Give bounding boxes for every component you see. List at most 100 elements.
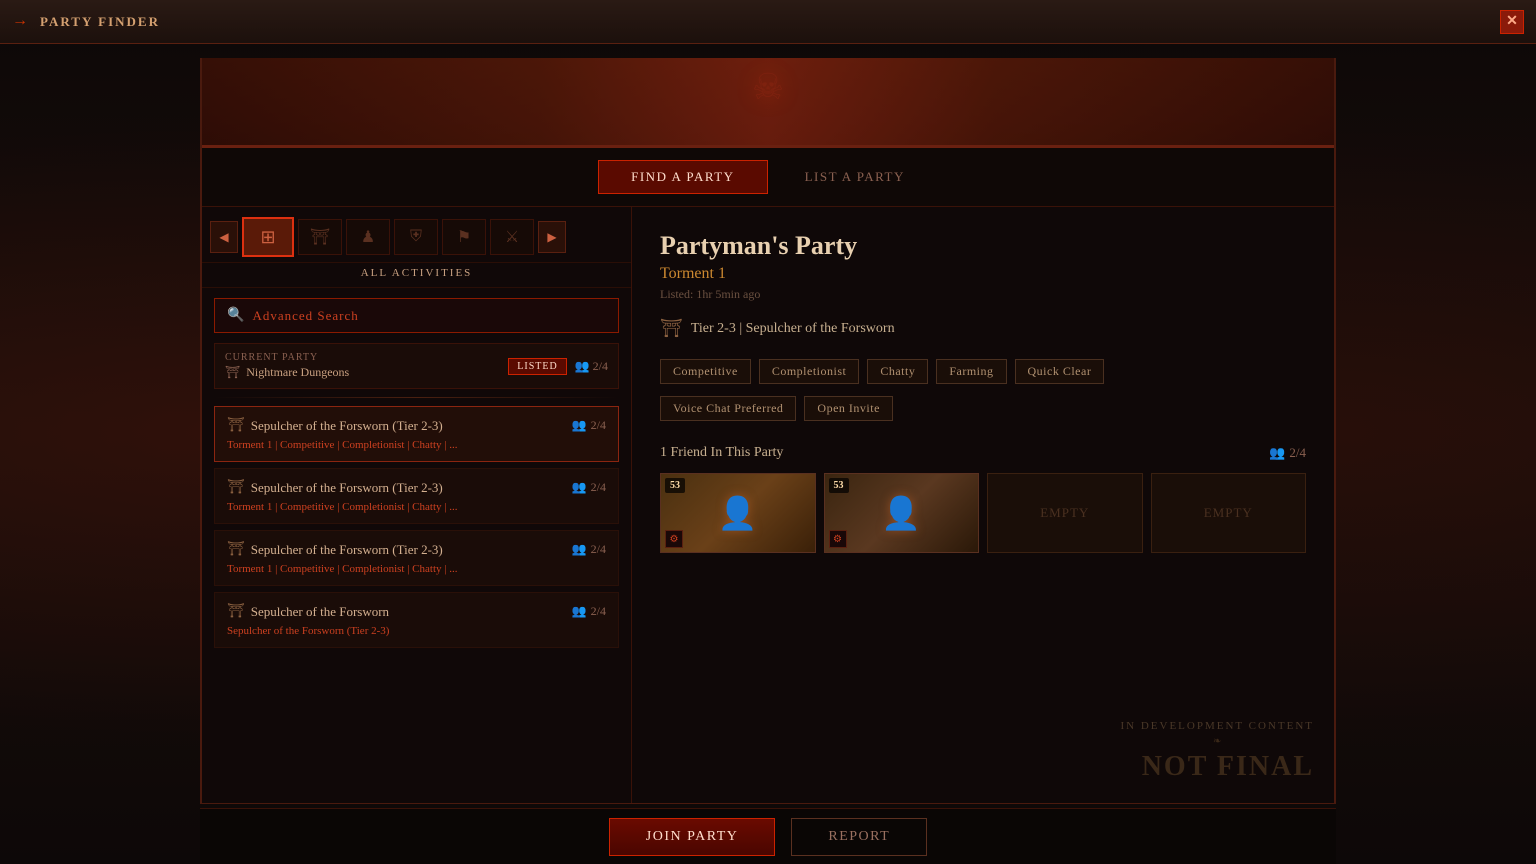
party-list-item[interactable]: ⛩ Sepulcher of the Forsworn (Tier 2-3) 👥… xyxy=(214,468,619,524)
member-avatar-2: 👤 53 ⚙ xyxy=(825,474,979,552)
party-list[interactable]: ⛩ Sepulcher of the Forsworn (Tier 2-3) 👥… xyxy=(214,406,619,803)
avatar-level-2: 53 xyxy=(829,478,849,493)
footer-bar: Join Party Report xyxy=(200,808,1336,864)
party-item-tags: Torment 1 | Competitive | Completionist … xyxy=(227,501,606,513)
title-bar: → PARTY FINDER ✕ xyxy=(0,0,1536,44)
close-button[interactable]: ✕ xyxy=(1500,10,1524,34)
tags-container-2: Voice Chat Preferred Open Invite xyxy=(660,396,1306,421)
nav-next-button[interactable]: ▶ xyxy=(538,221,566,253)
member-slot-3: EMPTY xyxy=(987,473,1143,553)
activity-nav: ◀ ⊞ ⛩ ♟ ⛨ ⚑ ⚔ ▶ xyxy=(202,207,631,263)
main-window: FIND A PARTY LIST A PARTY ◀ ⊞ ⛩ ♟ ⛨ ⚑ ⚔ … xyxy=(200,58,1336,804)
member-slot-4: EMPTY xyxy=(1151,473,1307,553)
activity-icon-grid[interactable]: ⊞ xyxy=(242,217,294,257)
activity-icon-tower[interactable]: ⚑ xyxy=(442,219,486,255)
current-party-label: Current Party xyxy=(225,352,500,363)
separator xyxy=(214,397,619,398)
title-bar-text: PARTY FINDER xyxy=(40,14,1500,30)
item-icon: ⛩ xyxy=(227,479,245,496)
party-count-value: 2/4 xyxy=(1289,445,1306,461)
party-item-header: ⛩ Sepulcher of the Forsworn 👥 2/4 xyxy=(227,603,606,620)
current-party-info: Current Party ⛩ Nightmare Dungeons xyxy=(225,352,500,380)
group-icon: 👥 xyxy=(575,359,590,373)
avatar-face-1: 👤 xyxy=(718,494,758,532)
party-item-name: ⛩ Sepulcher of the Forsworn (Tier 2-3) xyxy=(227,541,443,558)
party-item-count: 👥 2/4 xyxy=(572,418,606,433)
member-empty-1: EMPTY xyxy=(1040,505,1089,521)
party-list-item[interactable]: ⛩ Sepulcher of the Forsworn (Tier 2-3) 👥… xyxy=(214,530,619,586)
search-icon: 🔍 xyxy=(227,307,244,324)
friends-header: 1 Friend In This Party 👥 2/4 xyxy=(660,445,1306,461)
item-icon: ⛩ xyxy=(227,417,245,434)
tag-competitive: Competitive xyxy=(660,359,751,384)
party-item-tags: Torment 1 | Competitive | Completionist … xyxy=(227,563,606,575)
party-dungeon-icon: ⛩ xyxy=(225,365,240,380)
current-party-name: ⛩ Nightmare Dungeons xyxy=(225,365,500,380)
party-list-item[interactable]: ⛩ Sepulcher of the Forsworn (Tier 2-3) 👥… xyxy=(214,406,619,462)
avatar-class-icon-2: ⚙ xyxy=(829,530,847,548)
tag-completionist: Completionist xyxy=(759,359,860,384)
party-item-tags: Sepulcher of the Forsworn (Tier 2-3) xyxy=(227,625,606,637)
group-icon-friends: 👥 xyxy=(1269,445,1285,461)
report-button[interactable]: Report xyxy=(791,818,927,856)
group-icon-small: 👥 xyxy=(572,418,587,433)
tab-list-party[interactable]: LIST A PARTY xyxy=(772,160,938,194)
item-icon: ⛩ xyxy=(227,541,245,558)
party-item-count: 👥 2/4 xyxy=(572,480,606,495)
avatar-level-1: 53 xyxy=(665,478,685,493)
party-list-item[interactable]: ⛩ Sepulcher of the Forsworn 👥 2/4 Sepulc… xyxy=(214,592,619,648)
party-item-name: ⛩ Sepulcher of the Forsworn xyxy=(227,603,389,620)
watermark-divider: ❧ xyxy=(1120,736,1314,747)
party-item-header: ⛩ Sepulcher of the Forsworn (Tier 2-3) 👥… xyxy=(227,417,606,434)
dungeon-name: Tier 2-3 | Sepulcher of the Forsworn xyxy=(691,321,895,337)
item-icon: ⛩ xyxy=(227,603,245,620)
tab-bar: FIND A PARTY LIST A PARTY xyxy=(202,148,1334,207)
member-avatar-1: 👤 53 ⚙ xyxy=(661,474,815,552)
right-panel: Partyman's Party Torment 1 Listed: 1hr 5… xyxy=(632,207,1334,803)
party-item-tags: Torment 1 | Competitive | Completionist … xyxy=(227,439,606,451)
activity-icon-shield[interactable]: ⛨ xyxy=(394,219,438,255)
party-dungeon: ⛩ Tier 2-3 | Sepulcher of the Forsworn xyxy=(660,318,1306,339)
group-icon-small: 👥 xyxy=(572,542,587,557)
group-icon-small: 👥 xyxy=(572,480,587,495)
activity-icon-dungeon[interactable]: ⛩ xyxy=(298,219,342,255)
current-party-count: 👥 2/4 xyxy=(575,359,608,374)
current-party-section: Current Party ⛩ Nightmare Dungeons LISTE… xyxy=(214,343,619,389)
left-panel: ◀ ⊞ ⛩ ♟ ⛨ ⚑ ⚔ ▶ ALL ACTIVITIES 🔍 Advance… xyxy=(202,207,632,803)
nav-prev-button[interactable]: ◀ xyxy=(210,221,238,253)
search-text: Advanced Search xyxy=(252,308,358,324)
party-listed-time: Listed: 1hr 5min ago xyxy=(660,287,1306,302)
activity-label: ALL ACTIVITIES xyxy=(202,263,631,288)
party-item-header: ⛩ Sepulcher of the Forsworn (Tier 2-3) 👥… xyxy=(227,541,606,558)
activity-icon-swords[interactable]: ⚔ xyxy=(490,219,534,255)
party-item-header: ⛩ Sepulcher of the Forsworn (Tier 2-3) 👥… xyxy=(227,479,606,496)
avatar-face-2: 👤 xyxy=(881,494,921,532)
listed-badge: LISTED xyxy=(508,358,566,375)
header-banner xyxy=(202,58,1334,148)
party-item-name: ⛩ Sepulcher of the Forsworn (Tier 2-3) xyxy=(227,479,443,496)
title-bar-icon: → xyxy=(12,12,32,32)
members-grid: 👤 53 ⚙ 👤 53 ⚙ EMPTY xyxy=(660,473,1306,553)
tag-voice-chat: Voice Chat Preferred xyxy=(660,396,796,421)
search-bar[interactable]: 🔍 Advanced Search xyxy=(214,298,619,333)
party-item-name: ⛩ Sepulcher of the Forsworn (Tier 2-3) xyxy=(227,417,443,434)
activity-icon-castle[interactable]: ♟ xyxy=(346,219,390,255)
party-title: Partyman's Party xyxy=(660,231,1306,261)
watermark-line1: IN DEVELOPMENT CONTENT xyxy=(1120,720,1314,732)
current-party-dungeon-name: Nightmare Dungeons xyxy=(246,365,349,380)
dev-watermark: IN DEVELOPMENT CONTENT ❧ NOT FINAL xyxy=(1120,720,1314,783)
tags-container: Competitive Completionist Chatty Farming… xyxy=(660,359,1306,384)
tag-open-invite: Open Invite xyxy=(804,396,892,421)
tag-quick-clear: Quick Clear xyxy=(1015,359,1105,384)
group-icon-small: 👥 xyxy=(572,604,587,619)
friends-label: 1 Friend In This Party xyxy=(660,445,783,461)
party-item-count: 👥 2/4 xyxy=(572,542,606,557)
tab-find-party[interactable]: FIND A PARTY xyxy=(598,160,767,194)
tag-chatty: Chatty xyxy=(867,359,928,384)
content-area: ◀ ⊞ ⛩ ♟ ⛨ ⚑ ⚔ ▶ ALL ACTIVITIES 🔍 Advance… xyxy=(202,207,1334,803)
watermark-line2: NOT FINAL xyxy=(1120,751,1314,783)
dungeon-icon: ⛩ xyxy=(660,318,683,339)
party-difficulty: Torment 1 xyxy=(660,265,1306,283)
join-party-button[interactable]: Join Party xyxy=(609,818,776,856)
friends-count: 👥 2/4 xyxy=(1269,445,1306,461)
